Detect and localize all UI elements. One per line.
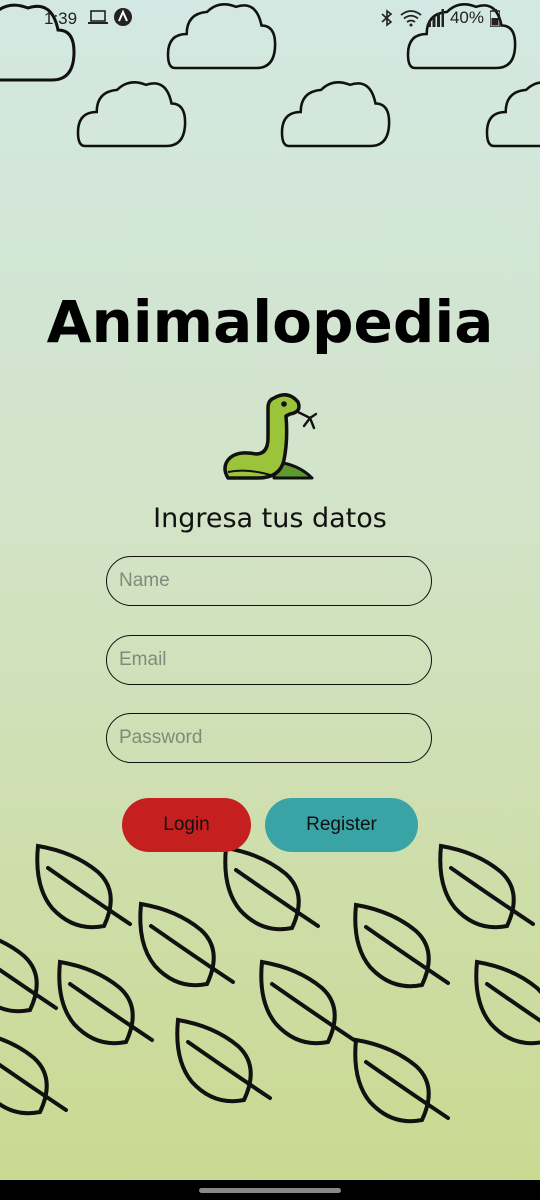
status-time: 1:39 (44, 9, 78, 28)
battery-icon (490, 9, 500, 27)
leaf-icon (138, 902, 235, 988)
leaf-icon (175, 1018, 272, 1104)
leaf-icon (35, 844, 132, 930)
app-title: Animalopedia (46, 288, 494, 356)
password-field[interactable] (106, 713, 432, 763)
snake-icon (223, 393, 318, 480)
register-button[interactable]: Register (265, 798, 418, 852)
email-field[interactable] (106, 635, 432, 685)
leaf-icon (353, 1038, 450, 1124)
name-field[interactable] (106, 556, 432, 606)
status-bar: 1:39 40% (0, 0, 540, 38)
status-left-icons (88, 8, 132, 26)
leaf-icon (223, 846, 320, 932)
leaf-icon (353, 903, 450, 989)
leaves (0, 844, 540, 1124)
status-right-icons: 40% (380, 8, 500, 28)
signal-icon (427, 9, 444, 27)
laptop-icon (88, 10, 108, 24)
bluetooth-icon (381, 9, 393, 27)
app-notification-icon (114, 8, 132, 26)
cloud-icon (280, 81, 391, 148)
login-button[interactable]: Login (122, 798, 251, 852)
wifi-icon (400, 10, 422, 27)
leaf-icon (259, 960, 356, 1046)
home-indicator[interactable] (199, 1188, 341, 1193)
leaf-icon (438, 844, 535, 930)
form-subtitle: Ingresa tus datos (153, 503, 387, 534)
battery-percent: 40% (449, 8, 484, 27)
leaf-icon (0, 928, 58, 1014)
cloud-icon (76, 81, 187, 148)
cloud-icon (485, 81, 540, 148)
leaf-icon (0, 1030, 68, 1116)
leaf-icon (474, 960, 540, 1046)
leaf-icon (57, 960, 154, 1046)
